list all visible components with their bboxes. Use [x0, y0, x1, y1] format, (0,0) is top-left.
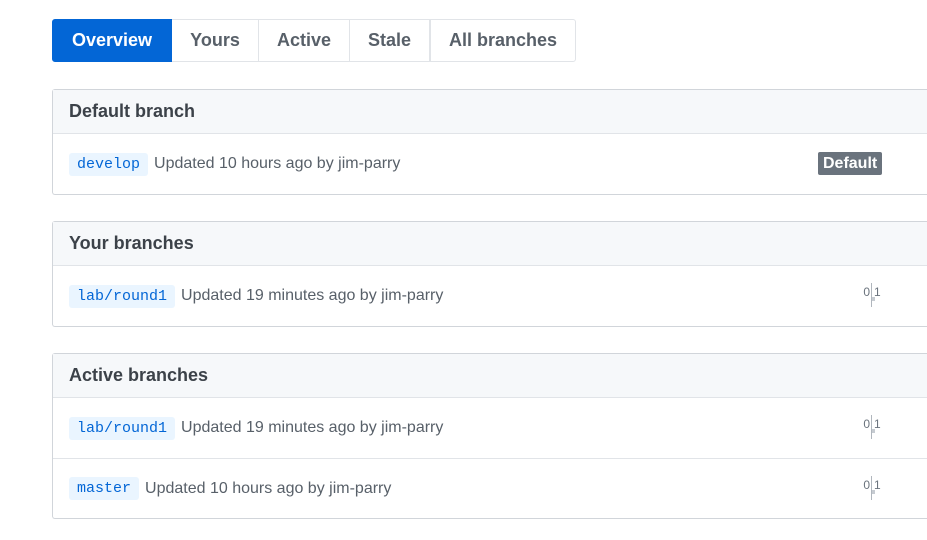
ahead-behind-graph[interactable]: 0 1 — [858, 476, 888, 502]
ahead-behind-divider — [871, 283, 872, 307]
branch-filter-tabs: Overview Yours Active Stale All branches — [52, 19, 576, 62]
updated-text: Updated 10 hours ago by — [154, 155, 334, 172]
author-link[interactable]: jim-parry — [381, 419, 443, 437]
ahead-behind-graph[interactable]: 0 1 — [858, 283, 888, 309]
branch-row: develop Updated 10 hours ago by jim-parr… — [53, 134, 927, 194]
section-title-default: Default branch — [53, 90, 927, 134]
branch-name-link[interactable]: lab/round1 — [69, 416, 176, 440]
behind-count: 0 — [863, 478, 870, 492]
active-branches-box: Active branches lab/round1 Updated 19 mi… — [52, 353, 927, 519]
branch-row: lab/round1 Updated 19 minutes ago by jim… — [53, 266, 927, 326]
updated-text: Updated 19 minutes ago by — [181, 287, 377, 304]
tab-active[interactable]: Active — [259, 19, 350, 62]
branch-name-link[interactable]: develop — [69, 152, 149, 176]
your-branches-box: Your branches lab/round1 Updated 19 minu… — [52, 221, 927, 327]
branch-name-link[interactable]: lab/round1 — [69, 284, 176, 308]
author-link[interactable]: jim-parry — [381, 287, 443, 305]
default-badge: Default — [818, 152, 883, 175]
branch-row: lab/round1 Updated 19 minutes ago by jim… — [53, 398, 927, 458]
ahead-count: 1 — [874, 478, 881, 492]
tab-yours[interactable]: Yours — [172, 19, 259, 62]
tab-stale[interactable]: Stale — [350, 19, 430, 62]
ahead-behind-graph[interactable]: 0 1 — [858, 415, 888, 441]
default-branch-box: Default branch develop Updated 10 hours … — [52, 89, 927, 195]
ahead-count: 1 — [874, 285, 881, 299]
ahead-behind-divider — [871, 476, 872, 500]
ahead-behind-divider — [871, 415, 872, 439]
branch-name-link[interactable]: master — [69, 477, 140, 500]
tab-overview[interactable]: Overview — [52, 19, 172, 62]
section-title-active: Active branches — [53, 354, 927, 398]
behind-count: 0 — [863, 417, 870, 431]
updated-text: Updated 19 minutes ago by — [181, 419, 377, 436]
branch-row: master Updated 10 hours ago by jim-parry… — [53, 458, 927, 518]
author-link[interactable]: jim-parry — [338, 155, 400, 173]
ahead-count: 1 — [874, 417, 881, 431]
updated-text: Updated 10 hours ago by — [145, 479, 325, 497]
tab-all-branches[interactable]: All branches — [430, 19, 576, 62]
author-link[interactable]: jim-parry — [329, 480, 391, 498]
section-title-yours: Your branches — [53, 222, 927, 266]
behind-count: 0 — [863, 285, 870, 299]
